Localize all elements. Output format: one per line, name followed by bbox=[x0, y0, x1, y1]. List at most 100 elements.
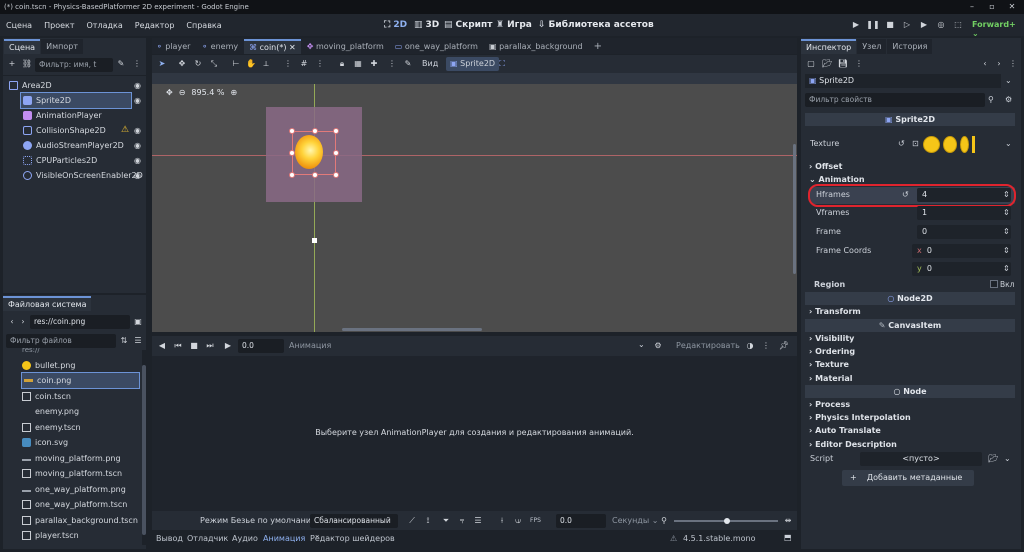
menu-scene[interactable]: Сцена bbox=[0, 21, 38, 30]
texture-dropdown-icon[interactable]: ⌄ bbox=[1005, 139, 1012, 148]
filter-icon[interactable]: ⏷ bbox=[440, 515, 452, 527]
snap-unit-select[interactable]: Секунды ⌄ bbox=[612, 516, 658, 525]
new-resource-icon[interactable]: ▢ bbox=[805, 58, 817, 70]
texture-preview[interactable] bbox=[923, 133, 998, 155]
script-dropdown-icon[interactable]: ⌄ bbox=[1004, 454, 1011, 463]
fit-icon[interactable]: ⇹ bbox=[782, 515, 794, 527]
pin-icon[interactable]: 📌︎ bbox=[778, 340, 790, 352]
key-icon[interactable]: ⟟ bbox=[422, 515, 434, 527]
list-icon[interactable]: ☰ bbox=[472, 515, 484, 527]
bottom-tab-shader-editor[interactable]: Редактор шейдеров bbox=[310, 534, 395, 543]
menu-help[interactable]: Справка bbox=[180, 21, 227, 30]
file-item[interactable]: one_way_platform.tscn bbox=[22, 497, 127, 512]
vertical-scrollbar[interactable] bbox=[793, 144, 796, 274]
onion-skin-icon[interactable]: ◑ bbox=[744, 340, 756, 352]
tab-filesystem[interactable]: Файловая система bbox=[3, 296, 92, 311]
pause-icon[interactable]: ❚❚ bbox=[866, 18, 880, 32]
stop-icon[interactable]: ■ bbox=[188, 340, 200, 352]
section-process[interactable]: › Process bbox=[805, 398, 1015, 411]
panel-expand-icon[interactable]: ⬒ bbox=[784, 533, 792, 542]
section-auto-translate[interactable]: › Auto Translate bbox=[805, 424, 1015, 437]
visibility-eye-icon[interactable]: ◉ bbox=[134, 96, 141, 105]
tree-node-sprite2d[interactable]: Sprite2D bbox=[20, 92, 132, 109]
main-screen-asset-library[interactable]: ⇩ Библиотека ассетов bbox=[538, 17, 654, 33]
add-node-icon[interactable]: + bbox=[6, 58, 18, 70]
snap-time-icon[interactable]: ⟒ bbox=[512, 515, 524, 527]
resize-handle[interactable] bbox=[333, 128, 339, 134]
close-button[interactable]: ✕ bbox=[1002, 0, 1022, 14]
play-custom-icon[interactable]: ▶ bbox=[917, 18, 931, 32]
horizontal-scrollbar[interactable] bbox=[342, 328, 482, 331]
split-view-icon[interactable]: ▣ bbox=[132, 316, 144, 328]
tab-scene[interactable]: Сцена bbox=[4, 39, 41, 54]
fps-toggle[interactable]: FPS bbox=[530, 517, 541, 524]
spinner-icon[interactable]: ⇕ bbox=[1003, 227, 1010, 236]
file-item[interactable]: bullet.png bbox=[22, 358, 75, 373]
bezier-mode-select[interactable]: Сбалансированный ⌄ bbox=[310, 514, 398, 539]
movie-icon[interactable]: ◎ bbox=[934, 18, 948, 32]
main-screen-game[interactable]: ♜ Игра bbox=[496, 17, 532, 33]
scene-tab-enemy[interactable]: ⚬ enemy bbox=[196, 39, 244, 54]
tree-node-area2d[interactable]: Area2D bbox=[9, 78, 52, 93]
section-material[interactable]: › Material bbox=[805, 372, 1015, 385]
section-texture[interactable]: › Texture bbox=[805, 358, 1015, 371]
file-item[interactable]: moving_platform.png bbox=[22, 451, 121, 466]
pan-tool-icon[interactable]: ✋ bbox=[245, 58, 257, 70]
anim-tool-icon[interactable]: ⚙ bbox=[652, 340, 664, 352]
file-item[interactable]: one_way_platform.png bbox=[22, 482, 126, 497]
file-item[interactable]: player.tscn bbox=[22, 528, 79, 543]
origin-handle[interactable] bbox=[312, 238, 317, 243]
minimize-button[interactable]: – bbox=[962, 0, 982, 14]
more-icon[interactable]: ⋮ bbox=[131, 58, 143, 70]
section-visibility[interactable]: › Visibility bbox=[805, 332, 1015, 345]
remote-debug-icon[interactable]: ⬚ bbox=[951, 18, 965, 32]
main-screen-2d[interactable]: ⛶ 2D bbox=[384, 17, 407, 33]
ruler-icon[interactable]: ⊢ bbox=[230, 58, 242, 70]
sprite2d-menu[interactable]: ▣ Sprite2D bbox=[446, 57, 500, 71]
tab-import[interactable]: Импорт bbox=[41, 39, 83, 54]
property-filter-input[interactable]: Фильтр свойств bbox=[805, 93, 985, 107]
forward-icon[interactable]: › bbox=[17, 316, 29, 328]
spinner-icon[interactable]: ⇕ bbox=[1003, 246, 1010, 255]
grid-snap-icon[interactable]: # bbox=[298, 58, 310, 70]
rotate-tool-icon[interactable]: ↻ bbox=[192, 58, 204, 70]
close-tab-icon[interactable]: ✕ bbox=[289, 43, 296, 52]
ruler-tool-icon[interactable]: ⟂ bbox=[260, 58, 272, 70]
section-ordering[interactable]: › Ordering bbox=[805, 345, 1015, 358]
section-editor-description[interactable]: › Editor Description bbox=[805, 438, 1015, 451]
texture-preview-icon[interactable]: ⊡ bbox=[912, 139, 919, 148]
file-item[interactable]: moving_platform.tscn bbox=[22, 466, 122, 481]
file-item[interactable]: parallax_background.tscn bbox=[22, 513, 138, 528]
coin-sprite[interactable] bbox=[295, 135, 323, 169]
animation-time-input[interactable]: 0.0 bbox=[238, 339, 284, 353]
track-icon[interactable]: ⫧ bbox=[456, 515, 468, 527]
play-backwards-icon[interactable]: ◀ bbox=[156, 340, 168, 352]
zoom-in-icon[interactable]: ⊕ bbox=[230, 88, 237, 97]
resize-handle[interactable] bbox=[289, 128, 295, 134]
scrollbar-thumb[interactable] bbox=[142, 365, 146, 535]
section-transform[interactable]: › Transform bbox=[805, 305, 1015, 318]
menu-project[interactable]: Проект bbox=[38, 21, 80, 30]
scene-tab-one-way-platform[interactable]: ▭ one_way_platform bbox=[389, 39, 483, 54]
menu-editor[interactable]: Редактор bbox=[129, 21, 181, 30]
load-resource-icon[interactable]: 📂︎ bbox=[821, 58, 833, 70]
add-scene-tab-icon[interactable]: + bbox=[589, 39, 607, 54]
resize-handle[interactable] bbox=[289, 172, 295, 178]
visibility-eye-icon[interactable]: ◉ bbox=[134, 126, 141, 135]
snap-icon[interactable]: ⟊ bbox=[496, 515, 508, 527]
tree-node-cpuparticles2d[interactable]: CPUParticles2D bbox=[23, 153, 97, 168]
file-filter-input[interactable]: Фильтр файлов bbox=[6, 334, 116, 348]
pan-icon[interactable]: ✥ bbox=[166, 88, 173, 97]
canvas-viewport[interactable]: ✥ ⊖ 895.4 % ⊕ bbox=[152, 84, 797, 332]
bone-icon[interactable]: ✚ bbox=[368, 58, 380, 70]
scene-tab-coin[interactable]: ⌘ coin(*) ✕ bbox=[244, 39, 301, 54]
tree-node-collisionshape2d[interactable]: CollisionShape2D bbox=[23, 123, 106, 138]
pivot-icon[interactable]: ✎ bbox=[402, 58, 414, 70]
visibility-eye-icon[interactable]: ◉ bbox=[134, 171, 141, 180]
script-attach-icon[interactable]: ✎ bbox=[115, 58, 127, 70]
bezier-icon[interactable]: ⟋ bbox=[406, 515, 418, 527]
file-item[interactable]: enemy.png bbox=[22, 404, 79, 419]
scene-tab-player[interactable]: ⚬ player bbox=[152, 39, 196, 54]
resource-options-icon[interactable]: ⋮ bbox=[853, 58, 865, 70]
section-physics-interpolation[interactable]: › Physics Interpolation bbox=[805, 411, 1015, 424]
